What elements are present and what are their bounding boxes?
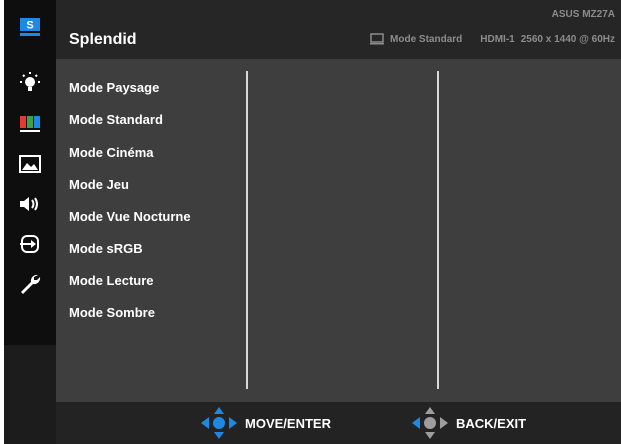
page-title: Splendid — [69, 31, 137, 48]
column-divider — [246, 71, 248, 389]
brightness-icon[interactable] — [4, 63, 56, 103]
menu-item-mode-cinema[interactable]: Mode Cinéma — [69, 145, 154, 160]
joystick-move-icon — [201, 407, 237, 439]
status-bar: Mode Standard HDMI-1 2560 x 1440 @ 60Hz — [370, 33, 615, 45]
move-enter-hint[interactable]: MOVE/ENTER — [199, 402, 331, 444]
monitor-model: ASUS MZ27A — [551, 9, 615, 20]
menu-item-mode-jeu[interactable]: Mode Jeu — [69, 177, 129, 192]
image-icon[interactable] — [4, 144, 56, 184]
current-mode: Mode Standard — [390, 33, 463, 45]
menu-item-mode-lecture[interactable]: Mode Lecture — [69, 273, 154, 288]
menu-panel: Mode Paysage Mode Standard Mode Cinéma M… — [56, 59, 621, 402]
menu-item-mode-vue-nocturne[interactable]: Mode Vue Nocturne — [69, 209, 191, 224]
sidebar-footer-area — [4, 345, 56, 444]
menu-item-mode-standard[interactable]: Mode Standard — [69, 112, 163, 127]
sound-icon[interactable] — [4, 184, 56, 224]
svg-text:S: S — [26, 20, 33, 32]
back-exit-label: BACK/EXIT — [456, 415, 527, 431]
menu-item-mode-sombre[interactable]: Mode Sombre — [69, 305, 155, 320]
input-select-icon[interactable] — [4, 224, 56, 264]
column-divider — [437, 71, 439, 389]
sidebar: S — [4, 0, 56, 444]
joystick-back-icon — [412, 407, 448, 439]
system-setup-icon[interactable] — [4, 264, 56, 304]
menu-item-mode-paysage[interactable]: Mode Paysage — [69, 80, 159, 95]
menu-item-mode-srgb[interactable]: Mode sRGB — [69, 241, 143, 256]
back-exit-hint[interactable]: BACK/EXIT — [410, 402, 526, 444]
footer: MOVE/ENTER BACK/EXIT — [56, 402, 621, 444]
monitor-icon — [370, 33, 385, 45]
color-icon[interactable] — [4, 104, 56, 144]
move-enter-label: MOVE/ENTER — [245, 415, 331, 431]
splendid-icon[interactable]: S — [4, 7, 56, 47]
header: Splendid ASUS MZ27A Mode Standard HDMI-1… — [56, 0, 621, 59]
input-source: HDMI-1 — [480, 33, 515, 45]
resolution: 2560 x 1440 @ 60Hz — [520, 33, 615, 45]
